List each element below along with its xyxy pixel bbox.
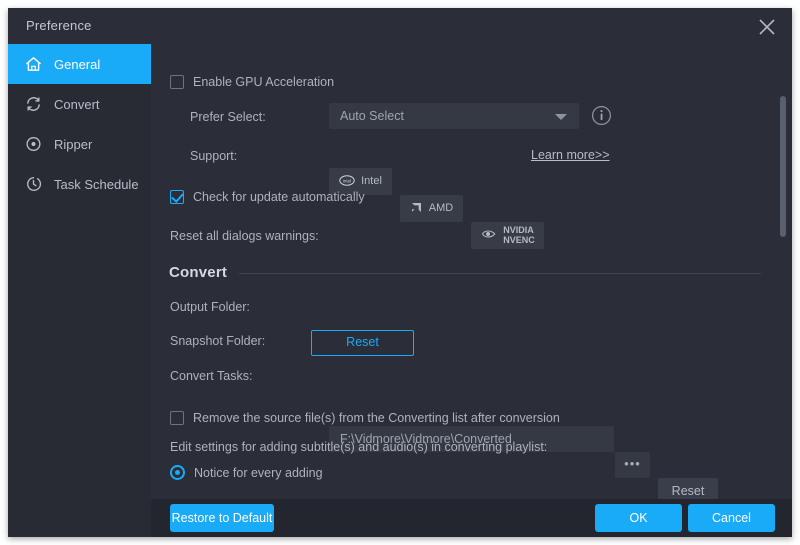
amd-logo-icon: [410, 200, 423, 218]
edit-settings-label: Edit settings for adding subtitle(s) and…: [170, 440, 547, 454]
notice-every-adding-radio[interactable]: [170, 465, 185, 480]
gpu-acceleration-label: Enable GPU Acceleration: [193, 75, 334, 89]
gpu-acceleration-checkbox[interactable]: [170, 75, 184, 89]
output-folder-browse-button[interactable]: •••: [614, 452, 650, 478]
check-update-row[interactable]: Check for update automatically: [170, 190, 365, 204]
prefer-select-label: Prefer Select:: [190, 110, 266, 124]
restore-to-default-button[interactable]: Restore to Default: [170, 504, 274, 532]
vendor-chip-amd[interactable]: AMD: [400, 195, 463, 222]
check-update-label: Check for update automatically: [193, 190, 365, 204]
sidebar-item-convert[interactable]: Convert: [8, 84, 151, 124]
settings-content: Enable GPU Acceleration Prefer Select: A…: [151, 44, 792, 499]
close-icon[interactable]: [752, 12, 782, 40]
sidebar-item-label: Task Schedule: [54, 177, 139, 192]
preference-dialog: Preference General: [8, 8, 792, 537]
remove-source-row[interactable]: Remove the source file(s) from the Conve…: [170, 411, 560, 425]
title-bar: Preference: [8, 8, 792, 44]
vendor-chip-label: AMD: [429, 203, 453, 215]
sidebar-item-general[interactable]: General: [8, 44, 151, 84]
restore-to-default-label: Restore to Default: [170, 511, 274, 525]
sidebar: General Convert Ripper: [8, 44, 151, 537]
output-folder-reset-label: Reset: [658, 484, 718, 498]
footer-sidebar-filler: [8, 499, 151, 537]
notice-every-adding-label: Notice for every adding: [194, 466, 323, 480]
close-glyph: [759, 19, 775, 35]
gpu-acceleration-row[interactable]: Enable GPU Acceleration: [170, 75, 334, 89]
sidebar-item-ripper[interactable]: Ripper: [8, 124, 151, 164]
learn-more-link[interactable]: Learn more>>: [531, 148, 610, 162]
home-icon: [22, 53, 44, 75]
output-folder-reset-button[interactable]: Reset: [658, 478, 718, 499]
support-label: Support:: [190, 149, 237, 163]
nvidia-line2: NVENC: [503, 235, 535, 245]
intel-logo-icon: intel: [339, 173, 355, 191]
reset-dialogs-button[interactable]: Reset: [311, 330, 414, 356]
prefer-select-dropdown[interactable]: Auto Select: [329, 103, 579, 129]
sidebar-item-label: Convert: [54, 97, 100, 112]
check-update-checkbox[interactable]: [170, 190, 184, 204]
convert-tasks-label: Convert Tasks:: [170, 369, 252, 383]
remove-source-label: Remove the source file(s) from the Conve…: [193, 411, 560, 425]
vendor-chip-label: NVIDIA NVENC: [503, 226, 535, 245]
convert-section-title: Convert: [169, 264, 227, 281]
footer-bar: Restore to Default OK Cancel: [151, 499, 792, 537]
content-scrollbar-track[interactable]: [780, 50, 786, 493]
ok-button-label: OK: [595, 511, 682, 525]
ok-button[interactable]: OK: [595, 504, 682, 532]
vendor-chip-label: Intel: [361, 176, 382, 188]
sidebar-item-label: General: [54, 57, 100, 72]
sidebar-item-task-schedule[interactable]: Task Schedule: [8, 164, 151, 204]
remove-source-checkbox[interactable]: [170, 411, 184, 425]
window-title: Preference: [26, 18, 92, 33]
sidebar-item-label: Ripper: [54, 137, 92, 152]
ellipsis-icon: •••: [615, 456, 650, 471]
disc-icon: [22, 133, 44, 155]
notice-every-adding-row[interactable]: Notice for every adding: [170, 465, 323, 480]
content-scrollbar-thumb[interactable]: [780, 96, 786, 237]
nvidia-logo-icon: [480, 227, 497, 245]
cancel-button[interactable]: Cancel: [688, 504, 775, 532]
svg-text:intel: intel: [343, 178, 351, 183]
reset-dialogs-label: Reset all dialogs warnings:: [170, 229, 319, 243]
refresh-icon: [22, 93, 44, 115]
info-icon[interactable]: [591, 105, 612, 131]
vendor-chip-nvidia[interactable]: NVIDIA NVENC: [471, 222, 544, 249]
reset-dialogs-button-label: Reset: [312, 335, 413, 349]
prefer-select-value: Auto Select: [340, 109, 404, 123]
output-folder-label: Output Folder:: [170, 300, 250, 314]
snapshot-folder-label: Snapshot Folder:: [170, 334, 265, 348]
convert-section-divider: [239, 273, 761, 274]
cancel-button-label: Cancel: [688, 511, 775, 525]
chevron-down-icon: [555, 114, 567, 120]
clock-icon: [22, 173, 44, 195]
